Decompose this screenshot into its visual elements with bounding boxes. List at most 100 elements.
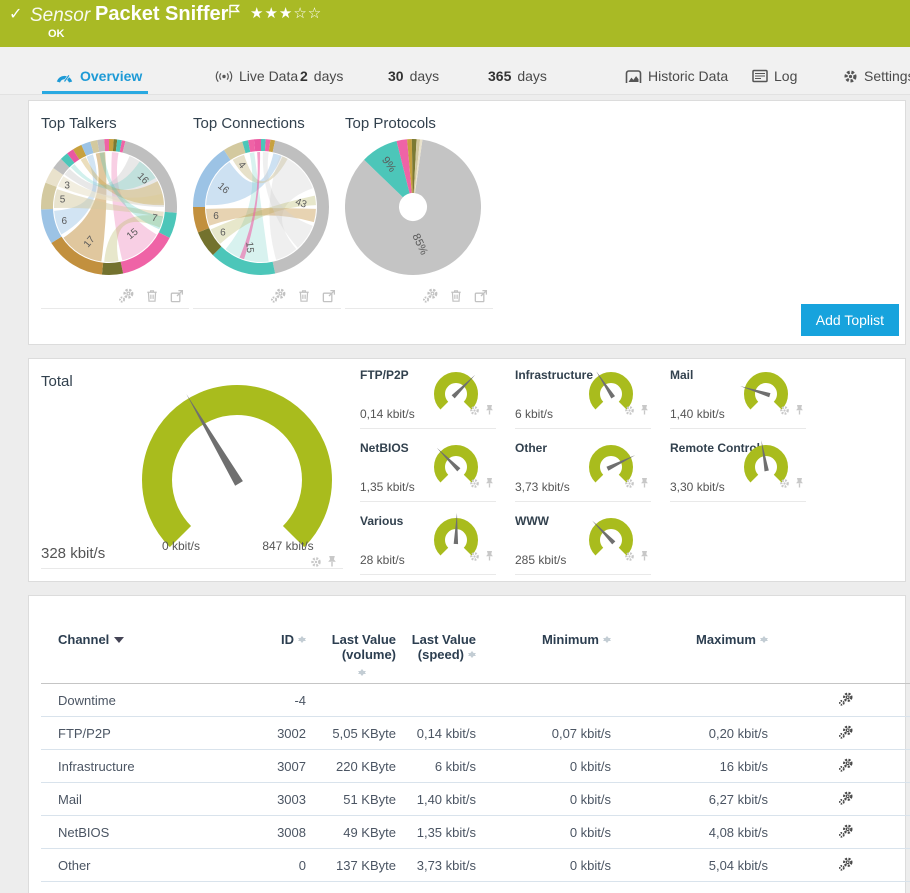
gauges-panel: Total 0 kbit/s 847 kbit/s 328 kbit/s FTP…	[28, 358, 906, 582]
sort-icon	[603, 632, 611, 644]
sort-icon	[358, 665, 366, 677]
table-row: Mail 3003 51 KByte 1,40 kbit/s 0 kbit/s …	[41, 783, 910, 816]
delete-toplist-icon[interactable]	[144, 288, 160, 304]
tab-historic-data[interactable]: Historic Data	[625, 68, 728, 84]
delete-toplist-icon[interactable]	[448, 288, 464, 304]
col-header-edit	[768, 626, 910, 684]
svg-text:15: 15	[243, 241, 255, 253]
cell-id: 3007	[231, 750, 306, 783]
open-toplist-icon[interactable]	[169, 288, 185, 304]
gauge-pin-icon[interactable]	[795, 476, 804, 494]
gauge-settings-icon[interactable]	[779, 476, 790, 494]
toplists-panel: Top Talkers 1671517653 Top Connections 4…	[28, 100, 906, 345]
tab-label: Historic Data	[648, 68, 728, 84]
cell-minimum: 0 kbit/s	[476, 849, 611, 882]
gauge-settings-icon[interactable]	[779, 403, 790, 421]
cell-channel: FTP/P2P	[41, 717, 231, 750]
cell-maximum: 6,27 kbit/s	[611, 783, 768, 816]
edit-toplist-icon[interactable]	[270, 287, 287, 304]
tab-number: 30	[388, 68, 404, 84]
edit-toplist-icon[interactable]	[422, 287, 439, 304]
tab-log[interactable]: Log	[752, 68, 797, 84]
gauge-pin-icon[interactable]	[640, 403, 649, 421]
gauge-settings-icon[interactable]	[469, 549, 480, 567]
gauge-pin-icon[interactable]	[795, 403, 804, 421]
gauge-settings-icon[interactable]	[624, 549, 635, 567]
gauge-tile-infrastructure: Infrastructure 6 kbit/s	[515, 365, 651, 429]
tab-days[interactable]: 2 days	[300, 68, 343, 84]
tab-bar: Overview Live Data 2 days 30 days 365 da…	[0, 47, 910, 95]
edit-channel-icon[interactable]	[768, 816, 910, 849]
log-icon	[752, 69, 768, 83]
tab-label: days	[410, 68, 440, 84]
gauge-pin-icon[interactable]	[640, 549, 649, 567]
cell-id: 0	[231, 849, 306, 882]
toplist-title: Top Talkers	[41, 109, 189, 136]
gauge-settings-icon[interactable]	[624, 403, 635, 421]
gauge-settings-icon[interactable]	[310, 555, 322, 573]
col-header-maximum[interactable]: Maximum	[611, 626, 768, 684]
col-header-last-speed[interactable]: Last Value (speed)	[396, 626, 476, 684]
toplist-title: Top Connections	[193, 109, 341, 136]
gauge-tile-various: Various 28 kbit/s	[360, 511, 496, 575]
object-kind-label: Sensor	[30, 5, 90, 27]
col-header-channel[interactable]: Channel	[41, 626, 231, 684]
cell-maximum: 0,20 kbit/s	[611, 717, 768, 750]
sensor-header: ✓ Sensor Packet Sniffer ★★★☆☆ OK	[0, 0, 910, 47]
cell-speed: 6 kbit/s	[396, 750, 476, 783]
tab-settings[interactable]: Settings	[843, 68, 910, 84]
cell-minimum	[476, 684, 611, 717]
cell-minimum: 0 kbit/s	[476, 750, 611, 783]
tab-overview[interactable]: Overview	[55, 68, 142, 84]
add-toplist-button[interactable]: Add Toplist	[801, 304, 899, 336]
toplist-tile: Top Protocols 9%85%	[345, 109, 493, 309]
gauge-settings-icon[interactable]	[624, 476, 635, 494]
edit-toplist-icon[interactable]	[118, 287, 135, 304]
edit-channel-icon[interactable]	[768, 684, 910, 717]
sort-icon	[298, 632, 306, 644]
gauge-pin-icon[interactable]	[485, 549, 494, 567]
edit-channel-icon[interactable]	[768, 750, 910, 783]
cell-volume: 5,05 KByte	[306, 717, 396, 750]
toplist-chart[interactable]: 1671517653	[41, 136, 189, 283]
toplist-chart[interactable]: 431566164	[193, 136, 341, 283]
cell-channel: NetBIOS	[41, 816, 231, 849]
col-header-last-volume[interactable]: Last Value (volume)	[306, 626, 396, 684]
flag-icon[interactable]	[228, 4, 241, 24]
table-row: NetBIOS 3008 49 KByte 1,35 kbit/s 0 kbit…	[41, 816, 910, 849]
col-header-minimum[interactable]: Minimum	[476, 626, 611, 684]
area-chart-icon	[625, 69, 642, 84]
cell-speed	[396, 684, 476, 717]
edit-channel-icon[interactable]	[768, 783, 910, 816]
gear-icon	[843, 69, 858, 84]
col-header-id[interactable]: ID	[231, 626, 306, 684]
tab-days[interactable]: 365 days	[488, 68, 547, 84]
status-badge: OK	[48, 28, 65, 40]
channel-gauge-value: 28 kbit/s	[360, 553, 405, 567]
gauge-pin-icon[interactable]	[485, 476, 494, 494]
cell-channel: Other	[41, 849, 231, 882]
table-row: Downtime -4	[41, 684, 910, 717]
delete-toplist-icon[interactable]	[296, 288, 312, 304]
toplist-chart[interactable]: 9%85%	[345, 136, 493, 283]
priority-stars[interactable]: ★★★☆☆	[250, 4, 322, 22]
gauge-pin-icon[interactable]	[640, 476, 649, 494]
edit-channel-icon[interactable]	[768, 717, 910, 750]
cell-channel: Infrastructure	[41, 750, 231, 783]
edit-channel-icon[interactable]	[768, 849, 910, 882]
open-toplist-icon[interactable]	[473, 288, 489, 304]
gauge-pin-icon[interactable]	[485, 403, 494, 421]
tab-days[interactable]: 30 days	[388, 68, 439, 84]
gauge-tile-www: WWW 285 kbit/s	[515, 511, 651, 575]
tab-number: 2	[300, 68, 308, 84]
svg-text:5: 5	[60, 194, 66, 205]
open-toplist-icon[interactable]	[321, 288, 337, 304]
cell-id: 3008	[231, 816, 306, 849]
gauge-pin-icon[interactable]	[327, 555, 337, 573]
gauge-settings-icon[interactable]	[469, 403, 480, 421]
broadcast-icon	[215, 69, 233, 84]
cell-speed: 3,73 kbit/s	[396, 849, 476, 882]
gauge-tile-other: Other 3,73 kbit/s	[515, 438, 651, 502]
gauge-settings-icon[interactable]	[469, 476, 480, 494]
tab-live-data[interactable]: Live Data	[215, 68, 298, 84]
